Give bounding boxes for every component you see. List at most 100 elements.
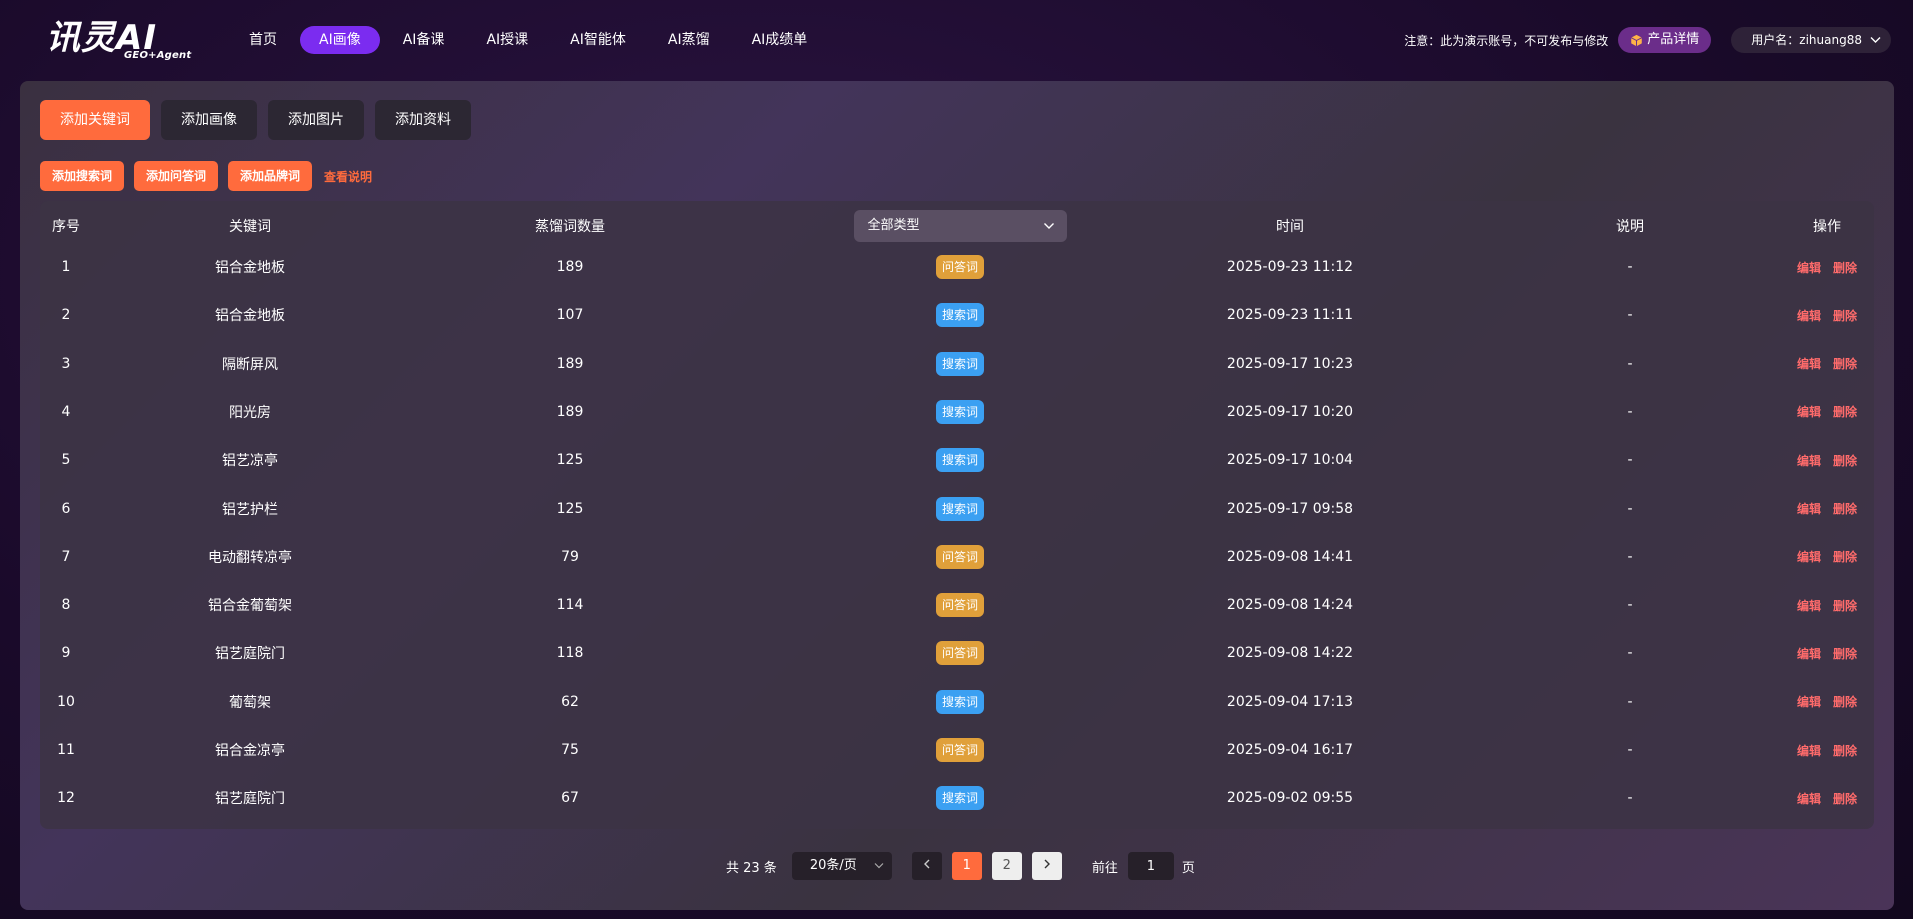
delete-button[interactable]: 删除 xyxy=(1833,792,1857,806)
edit-button[interactable]: 编辑 xyxy=(1797,405,1821,419)
delete-button[interactable]: 删除 xyxy=(1833,405,1857,419)
edit-button[interactable]: 编辑 xyxy=(1797,792,1821,806)
prev-page-button[interactable] xyxy=(911,852,942,880)
delete-button[interactable]: 删除 xyxy=(1833,695,1857,709)
view-instructions-link[interactable]: 查看说明 xyxy=(324,168,372,185)
row-keyword: 阳光房 xyxy=(229,404,271,421)
row-ops: 编辑 删除 xyxy=(1780,742,1874,759)
tab-add-image[interactable]: 添加图片 xyxy=(268,100,364,140)
edit-button[interactable]: 编辑 xyxy=(1797,502,1821,516)
nav-item-home[interactable]: 首页 xyxy=(230,26,296,54)
row-time: 2025-09-17 10:20 xyxy=(1226,403,1354,420)
table-row: 9 铝艺庭院门 118 问答词 2025-09-08 14:22 - 编辑 删除 xyxy=(40,629,1874,677)
tab-add-keyword[interactable]: 添加关键词 xyxy=(40,100,150,140)
edit-button[interactable]: 编辑 xyxy=(1797,454,1821,468)
type-badge: 搜索词 xyxy=(935,448,984,473)
edit-button[interactable]: 编辑 xyxy=(1797,550,1821,564)
chevron-down-icon xyxy=(1043,223,1054,229)
row-desc: - xyxy=(1627,452,1633,469)
next-page-button[interactable] xyxy=(1031,852,1062,880)
type-badge: 搜索词 xyxy=(935,303,984,328)
row-index: 4 xyxy=(61,403,71,420)
delete-button[interactable]: 删除 xyxy=(1833,261,1857,275)
table-row: 11 铝合金凉亭 75 问答词 2025-09-04 16:17 - 编辑 删除 xyxy=(40,726,1874,774)
goto-page-input[interactable] xyxy=(1127,852,1174,880)
type-badge: 搜索词 xyxy=(935,496,984,521)
row-ops: 编辑 删除 xyxy=(1780,790,1874,807)
nav-item-ai-distill[interactable]: AI蒸馏 xyxy=(649,26,729,54)
delete-button[interactable]: 删除 xyxy=(1833,309,1857,323)
edit-button[interactable]: 编辑 xyxy=(1797,357,1821,371)
delete-button[interactable]: 删除 xyxy=(1833,647,1857,661)
tab-add-material[interactable]: 添加资料 xyxy=(375,100,471,140)
row-count: 79 xyxy=(561,548,579,565)
username-label: 用户名：zihuang88 xyxy=(1751,33,1862,47)
edit-button[interactable]: 编辑 xyxy=(1797,744,1821,758)
row-type: 搜索词 xyxy=(840,448,1080,473)
table-row: 12 铝艺庭院门 67 搜索词 2025-09-02 09:55 - 编辑 删除 xyxy=(40,774,1874,822)
nav-item-ai-agent[interactable]: AI智能体 xyxy=(551,26,645,54)
nav-item-ai-lesson-prep[interactable]: AI备课 xyxy=(384,26,464,54)
delete-button[interactable]: 删除 xyxy=(1833,454,1857,468)
type-badge: 搜索词 xyxy=(935,786,984,811)
row-index: 7 xyxy=(61,548,71,565)
nav-item-ai-report[interactable]: AI成绩单 xyxy=(733,26,827,54)
header-type: 全部类型 xyxy=(840,210,1080,242)
chevron-down-icon xyxy=(1870,37,1881,43)
row-index: 6 xyxy=(61,500,71,517)
row-keyword: 铝合金葡萄架 xyxy=(208,598,292,615)
header-keyword: 关键词 xyxy=(229,219,271,235)
row-count: 189 xyxy=(556,259,584,275)
delete-button[interactable]: 删除 xyxy=(1833,744,1857,758)
main-panel: 添加关键词 添加画像 添加图片 添加资料 添加搜索词 添加问答词 添加品牌词 查… xyxy=(20,81,1894,910)
cube-icon xyxy=(1631,34,1643,46)
delete-button[interactable]: 删除 xyxy=(1833,599,1857,613)
row-time: 2025-09-04 16:17 xyxy=(1226,742,1354,758)
page-size-select[interactable]: 20条/页 xyxy=(791,852,892,880)
top-header: 讯灵AI GEO+Agent 首页 AI画像 AI备课 AI授课 AI智能体 A… xyxy=(0,0,1913,80)
row-index: 3 xyxy=(61,355,71,372)
user-menu[interactable]: 用户名：zihuang88 xyxy=(1731,27,1891,53)
type-filter-select[interactable]: 全部类型 xyxy=(853,210,1067,242)
nav-item-ai-portrait[interactable]: AI画像 xyxy=(300,26,380,54)
tab-add-portrait[interactable]: 添加画像 xyxy=(161,100,257,140)
add-qa-word-button[interactable]: 添加问答词 xyxy=(134,161,219,191)
row-count: 75 xyxy=(561,742,579,758)
header-ops: 操作 xyxy=(1813,219,1841,235)
row-ops: 编辑 删除 xyxy=(1780,500,1874,517)
table-row: 10 葡萄架 62 搜索词 2025-09-04 17:13 - 编辑 删除 xyxy=(40,678,1874,726)
add-brand-word-button[interactable]: 添加品牌词 xyxy=(228,161,313,191)
delete-button[interactable]: 删除 xyxy=(1833,357,1857,371)
delete-button[interactable]: 删除 xyxy=(1833,502,1857,516)
product-details-button[interactable]: 产品详情 xyxy=(1618,27,1712,53)
row-desc: - xyxy=(1627,742,1633,758)
table-row: 1 铝合金地板 189 问答词 2025-09-23 11:12 - 编辑 删除 xyxy=(40,243,1874,291)
edit-button[interactable]: 编辑 xyxy=(1797,309,1821,323)
type-badge: 问答词 xyxy=(935,255,984,279)
add-search-word-button[interactable]: 添加搜索词 xyxy=(40,161,125,191)
page-button-2[interactable]: 2 xyxy=(991,852,1022,880)
type-badge: 搜索词 xyxy=(935,689,984,714)
page-button-1[interactable]: 1 xyxy=(951,852,982,880)
row-time: 2025-09-23 11:11 xyxy=(1226,307,1354,324)
row-keyword: 铝合金地板 xyxy=(215,260,285,276)
demo-notice: 注意：此为演示账号，不可发布与修改 xyxy=(1404,33,1609,48)
edit-button[interactable]: 编辑 xyxy=(1797,695,1821,709)
chevron-right-icon xyxy=(1044,859,1050,869)
nav-item-ai-teaching[interactable]: AI授课 xyxy=(467,26,547,54)
row-index: 9 xyxy=(61,645,71,662)
logo[interactable]: 讯灵AI GEO+Agent xyxy=(46,18,191,64)
header-desc: 说明 xyxy=(1616,219,1644,235)
edit-button[interactable]: 编辑 xyxy=(1797,261,1821,275)
edit-button[interactable]: 编辑 xyxy=(1797,647,1821,661)
edit-button[interactable]: 编辑 xyxy=(1797,599,1821,613)
table-row: 5 铝艺凉亭 125 搜索词 2025-09-17 10:04 - 编辑 删除 xyxy=(40,436,1874,484)
row-desc: - xyxy=(1627,259,1633,275)
row-ops: 编辑 删除 xyxy=(1780,693,1874,710)
row-ops: 编辑 删除 xyxy=(1780,403,1874,420)
row-desc: - xyxy=(1627,693,1633,710)
row-keyword: 葡萄架 xyxy=(229,694,271,711)
row-desc: - xyxy=(1627,403,1633,420)
delete-button[interactable]: 删除 xyxy=(1833,550,1857,564)
row-time: 2025-09-17 10:23 xyxy=(1226,355,1354,372)
